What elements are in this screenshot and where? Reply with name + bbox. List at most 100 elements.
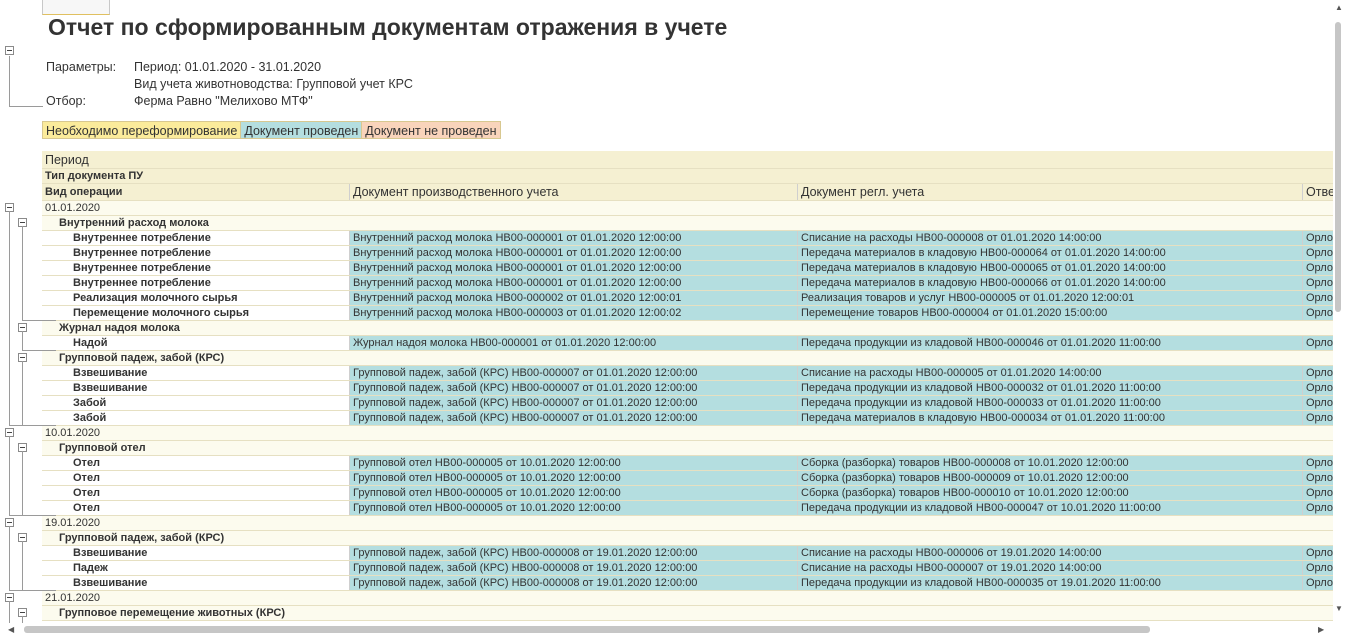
table-row[interactable]: Внутреннее потребление Внутренний расход … xyxy=(42,261,1333,276)
legend-posted: Документ проведен xyxy=(240,121,363,139)
responsible-cell[interactable]: Орло xyxy=(1302,231,1333,245)
prod-doc-cell[interactable]: Групповой падеж, забой (КРС) НВ00-000007… xyxy=(349,411,797,425)
prod-doc-cell[interactable]: Внутренний расход молока НВ00-000001 от … xyxy=(349,231,797,245)
prod-doc-cell[interactable]: Групповой падеж, забой (КРС) НВ00-000007… xyxy=(349,396,797,410)
group-row-doctype: Групповой падеж, забой (КРС) xyxy=(42,531,1333,546)
table-row[interactable]: Реализация молочного сырья Внутренний рас… xyxy=(42,291,1333,306)
responsible-cell[interactable]: Орло xyxy=(1302,246,1333,260)
filter-value: Ферма Равно "Мелихово МТФ" xyxy=(134,94,313,108)
scroll-right-icon[interactable]: ▶ xyxy=(1318,626,1324,634)
table-row[interactable]: Внутреннее потребление Внутренний расход … xyxy=(42,231,1333,246)
prod-doc-cell[interactable]: Внутренний расход молока НВ00-000002 от … xyxy=(349,291,797,305)
responsible-cell[interactable]: Орло xyxy=(1302,381,1333,395)
group-row-doctype: Внутренний расход молока xyxy=(42,216,1333,231)
table-row[interactable]: Взвешивание Групповой падеж, забой (КРС) … xyxy=(42,576,1333,591)
horizontal-scroll-thumb[interactable] xyxy=(24,626,1150,633)
responsible-cell[interactable]: Орло xyxy=(1302,471,1333,485)
prod-doc-cell[interactable]: Внутренний расход молока НВ00-000003 от … xyxy=(349,306,797,320)
table-row[interactable]: Надой Журнал надоя молока НВ00-000001 от … xyxy=(42,336,1333,351)
reg-doc-cell[interactable]: Списание на расходы НВ00-000006 от 19.01… xyxy=(797,546,1302,560)
prod-doc-cell[interactable]: Групповой падеж, забой (КРС) НВ00-000008… xyxy=(349,561,797,575)
collapse-params-icon[interactable] xyxy=(5,46,14,55)
group-label: Журнал надоя молока xyxy=(59,322,180,334)
reg-doc-cell[interactable]: Передача продукции из кладовой НВ00-0000… xyxy=(797,336,1302,350)
tree-line xyxy=(22,226,23,320)
responsible-cell[interactable]: Орло xyxy=(1302,576,1333,590)
table-body: 01.01.2020 Внутренний расход молока Внутре… xyxy=(42,201,1333,621)
reg-doc-cell[interactable]: Сборка (разборка) товаров НВ00-000008 от… xyxy=(797,456,1302,470)
table-row[interactable]: Взвешивание Групповой падеж, забой (КРС) … xyxy=(42,546,1333,561)
header-reg-doc: Документ регл. учета xyxy=(797,184,1302,200)
table-row[interactable]: Падеж Групповой падеж, забой (КРС) НВ00-0… xyxy=(42,561,1333,576)
group-row-doctype: Групповой отел xyxy=(42,441,1333,456)
responsible-cell[interactable]: Орло xyxy=(1302,366,1333,380)
reg-doc-cell[interactable]: Сборка (разборка) товаров НВ00-000010 от… xyxy=(797,486,1302,500)
tree-line xyxy=(22,320,56,321)
vertical-scrollbar[interactable]: ▲ ▼ xyxy=(1333,0,1349,623)
responsible-cell[interactable]: Орло xyxy=(1302,486,1333,500)
responsible-cell[interactable]: Орло xyxy=(1302,411,1333,425)
top-cell[interactable] xyxy=(42,0,110,15)
responsible-cell[interactable]: Орло xyxy=(1302,276,1333,290)
prod-doc-cell[interactable]: Групповой падеж, забой (КРС) НВ00-000007… xyxy=(349,366,797,380)
table-row[interactable]: Отел Групповой отел НВ00-000005 от 10.01.… xyxy=(42,456,1333,471)
prod-doc-cell[interactable]: Групповой отел НВ00-000005 от 10.01.2020… xyxy=(349,456,797,470)
responsible-cell[interactable]: Орло xyxy=(1302,336,1333,350)
table-row[interactable]: Перемещение молочного сырья Внутренний ра… xyxy=(42,306,1333,321)
header-responsible: Отве xyxy=(1302,184,1333,200)
scroll-down-icon[interactable]: ▼ xyxy=(1335,605,1343,613)
reg-doc-cell[interactable]: Передача продукции из кладовой НВ00-0000… xyxy=(797,576,1302,590)
responsible-cell[interactable]: Орло xyxy=(1302,546,1333,560)
prod-doc-cell[interactable]: Групповой падеж, забой (КРС) НВ00-000008… xyxy=(349,576,797,590)
reg-doc-cell[interactable]: Реализация товаров и услуг НВ00-000005 о… xyxy=(797,291,1302,305)
period-param: Период: 01.01.2020 - 31.01.2020 xyxy=(134,60,322,74)
table-row[interactable]: Отел Групповой отел НВ00-000005 от 10.01.… xyxy=(42,486,1333,501)
scroll-left-icon[interactable]: ◀ xyxy=(8,626,14,634)
table-row[interactable]: Забой Групповой падеж, забой (КРС) НВ00-0… xyxy=(42,396,1333,411)
prod-doc-cell[interactable]: Внутренний расход молока НВ00-000001 от … xyxy=(349,261,797,275)
group-label: Групповой падеж, забой (КРС) xyxy=(59,532,225,544)
reg-doc-cell[interactable]: Передача материалов в кладовую НВ00-0000… xyxy=(797,276,1302,290)
prod-doc-cell[interactable]: Журнал надоя молока НВ00-000001 от 01.01… xyxy=(349,336,797,350)
header-period: Период xyxy=(45,153,89,167)
group-row-doctype: Групповой падеж, забой (КРС) xyxy=(42,351,1333,366)
reg-doc-cell[interactable]: Передача продукции из кладовой НВ00-0000… xyxy=(797,501,1302,515)
table-row[interactable]: Отел Групповой отел НВ00-000005 от 10.01.… xyxy=(42,501,1333,516)
table-row[interactable]: Взвешивание Групповой падеж, забой (КРС) … xyxy=(42,366,1333,381)
responsible-cell[interactable]: Орло xyxy=(1302,561,1333,575)
horizontal-scrollbar[interactable]: ◀ ▶ xyxy=(0,623,1349,637)
vertical-scroll-thumb[interactable] xyxy=(1335,22,1341,312)
responsible-cell[interactable]: Орло xyxy=(1302,306,1333,320)
prod-doc-cell[interactable]: Внутренний расход молока НВ00-000001 от … xyxy=(349,276,797,290)
responsible-cell[interactable]: Орло xyxy=(1302,261,1333,275)
table-row[interactable]: Внутреннее потребление Внутренний расход … xyxy=(42,246,1333,261)
reg-doc-cell[interactable]: Перемещение товаров НВ00-000004 от 01.01… xyxy=(797,306,1302,320)
responsible-cell[interactable]: Орло xyxy=(1302,291,1333,305)
prod-doc-cell[interactable]: Групповой отел НВ00-000005 от 10.01.2020… xyxy=(349,501,797,515)
reg-doc-cell[interactable]: Передача материалов в кладовую НВ00-0000… xyxy=(797,261,1302,275)
operation-cell: Забой xyxy=(42,411,349,425)
scroll-up-icon[interactable]: ▲ xyxy=(1335,4,1343,12)
prod-doc-cell[interactable]: Внутренний расход молока НВ00-000001 от … xyxy=(349,246,797,260)
reg-doc-cell[interactable]: Списание на расходы НВ00-000007 от 19.01… xyxy=(797,561,1302,575)
table-row[interactable]: Отел Групповой отел НВ00-000005 от 10.01.… xyxy=(42,471,1333,486)
prod-doc-cell[interactable]: Групповой падеж, забой (КРС) НВ00-000008… xyxy=(349,546,797,560)
reg-doc-cell[interactable]: Списание на расходы НВ00-000005 от 01.01… xyxy=(797,366,1302,380)
table-row[interactable]: Забой Групповой падеж, забой (КРС) НВ00-0… xyxy=(42,411,1333,426)
reg-doc-cell[interactable]: Списание на расходы НВ00-000008 от 01.01… xyxy=(797,231,1302,245)
reg-doc-cell[interactable]: Передача продукции из кладовой НВ00-0000… xyxy=(797,396,1302,410)
reg-doc-cell[interactable]: Передача материалов в кладовую НВ00-0000… xyxy=(797,411,1302,425)
table-row[interactable]: Взвешивание Групповой падеж, забой (КРС) … xyxy=(42,381,1333,396)
prod-doc-cell[interactable]: Групповой отел НВ00-000005 от 10.01.2020… xyxy=(349,486,797,500)
reg-doc-cell[interactable]: Сборка (разборка) товаров НВ00-000009 от… xyxy=(797,471,1302,485)
reg-doc-cell[interactable]: Передача продукции из кладовой НВ00-0000… xyxy=(797,381,1302,395)
prod-doc-cell[interactable]: Групповой отел НВ00-000005 от 10.01.2020… xyxy=(349,471,797,485)
tree-line xyxy=(9,601,10,623)
prod-doc-cell[interactable]: Групповой падеж, забой (КРС) НВ00-000007… xyxy=(349,381,797,395)
report-table: Период Тип документа ПУ Вид операции Док… xyxy=(42,151,1333,621)
responsible-cell[interactable]: Орло xyxy=(1302,501,1333,515)
table-row[interactable]: Внутреннее потребление Внутренний расход … xyxy=(42,276,1333,291)
reg-doc-cell[interactable]: Передача материалов в кладовую НВ00-0000… xyxy=(797,246,1302,260)
responsible-cell[interactable]: Орло xyxy=(1302,396,1333,410)
responsible-cell[interactable]: Орло xyxy=(1302,456,1333,470)
